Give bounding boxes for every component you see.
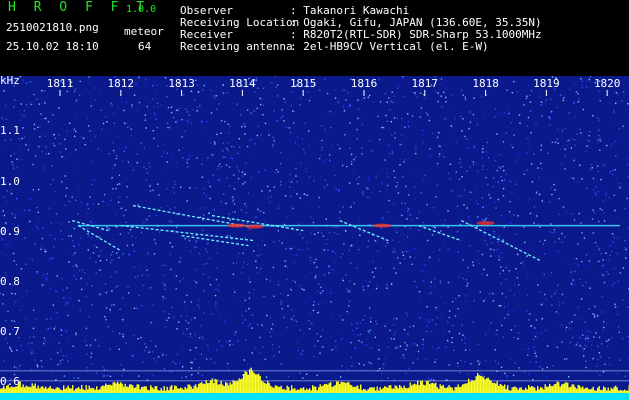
- x-tick-label: 1814: [229, 77, 256, 90]
- x-tick-label: 1811: [46, 77, 74, 90]
- filename-label: 2510021810.png: [6, 21, 99, 34]
- x-tick-label: 1813: [168, 77, 195, 90]
- meteor-echo-hotspot: [227, 223, 246, 228]
- x-tick-label: 1817: [411, 77, 439, 90]
- x-tick-label: 1820: [593, 77, 621, 90]
- app-version: 1.0.0: [126, 4, 157, 15]
- x-tick-label: 1812: [107, 77, 135, 90]
- meteor-echo-hotspot: [373, 223, 392, 228]
- meteor-echo-hotspot: [476, 221, 495, 226]
- y-tick-label: 0.6: [0, 374, 20, 388]
- x-tick-label: 1819: [533, 77, 560, 90]
- header-panel: H R O F F T 1.0.0 2510021810.png meteor …: [0, 0, 629, 76]
- antenna-value: : 2el-HB9CV Vertical (el. E-W): [290, 40, 489, 53]
- spectrogram-plot: [0, 76, 629, 400]
- meteor-echo-hotspot: [245, 224, 264, 229]
- y-tick-label: 1.0: [0, 174, 20, 188]
- y-tick-label: 0.7: [0, 324, 20, 338]
- x-tick-row: 1811 1812 1813 1814 1815 1816 1817 1818 1819 1820: [0, 77, 629, 91]
- datetime-label: 25.10.02 18:10: [6, 40, 99, 53]
- antenna-label: Receiving antenna: [180, 40, 293, 53]
- x-tick-label: 1818: [472, 77, 499, 90]
- y-tick-label: 0.9: [0, 224, 20, 238]
- y-tick-label: 1.1: [0, 124, 20, 138]
- baseline-band: [0, 393, 629, 400]
- x-tick-label: 1816: [350, 77, 378, 90]
- meteor-count: 64: [138, 40, 152, 53]
- y-tick-label: 0.8: [0, 274, 20, 288]
- kind-label: meteor: [124, 25, 164, 38]
- x-tick-label: 1815: [289, 77, 317, 90]
